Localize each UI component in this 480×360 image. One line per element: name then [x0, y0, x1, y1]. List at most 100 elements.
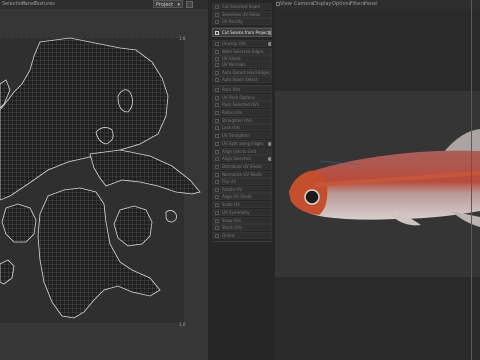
menu-panel[interactable]: Panel — [364, 1, 378, 7]
view-select-value: Project — [156, 2, 174, 8]
tool-button-distribute-uv-shells[interactable]: Distribute UV Shells — [212, 162, 272, 170]
tool-label: Weld Selected Edges — [222, 48, 264, 54]
tool-icon — [215, 12, 219, 17]
menu-view[interactable]: View — [280, 1, 292, 7]
tool-button-uv-straighten[interactable]: UV Straighten — [212, 132, 272, 140]
tool-label: Align Selected — [222, 156, 251, 162]
tool-button-normalize-uv-shells[interactable]: Normalize UV Shells — [212, 170, 272, 178]
tool-button-flip-uv[interactable]: Flip UV — [212, 178, 272, 185]
viewport-top-area — [275, 9, 480, 91]
viewport-bottom-area — [275, 277, 480, 360]
uv-settings-icon[interactable] — [186, 1, 193, 8]
viewport-render[interactable] — [275, 91, 480, 277]
menu-camera[interactable]: Camera — [294, 1, 314, 7]
tool-icon — [215, 141, 219, 146]
tool-button-align-uvs-to-grid[interactable]: Align UVs to Grid — [212, 147, 272, 155]
uv-shells-svg — [0, 37, 201, 319]
tool-button-auto-detect-hard-edges[interactable]: Auto Detect Hard Edges — [212, 68, 272, 76]
tool-button-lock-uvs[interactable]: Lock UVs — [212, 124, 272, 132]
tool-label: Lock UVs — [222, 125, 241, 131]
tool-label: Pack Selected UVs — [222, 102, 259, 108]
tool-icon — [215, 126, 219, 131]
tool-button-pack-selected-uvs[interactable]: Pack Selected UVs — [212, 101, 272, 109]
tool-icon — [215, 157, 219, 162]
tool-icon — [215, 78, 219, 83]
tool-icon — [215, 149, 219, 154]
menu-display[interactable]: Display — [313, 1, 331, 7]
tool-button-cut-seams-from-projection[interactable]: Cut Seams from Projection — [212, 28, 272, 37]
tool-icon — [215, 180, 219, 184]
tool-button-orient[interactable]: Orient — [212, 231, 272, 239]
uv-shell-left-small — [1, 203, 37, 243]
tool-button-uv-symmetry[interactable]: UV Symmetry — [212, 208, 272, 216]
tool-button-scale-uv[interactable]: Scale UV — [212, 201, 272, 209]
tool-button-weld-selected-edges[interactable]: Weld Selected Edges — [212, 47, 272, 55]
tool-icon — [215, 195, 219, 200]
tool-label: Align UV Shells — [222, 194, 253, 200]
tool-icon — [215, 203, 219, 208]
tool-icon — [215, 118, 219, 123]
tool-button-align-uv-shells[interactable]: Align UV Shells — [212, 193, 272, 201]
tool-button-seamless-uv-relax[interactable]: Seamless UV Relax — [212, 10, 272, 18]
tool-button-uv-pack-options[interactable]: UV Pack Options — [212, 93, 272, 101]
tool-icon — [215, 63, 219, 67]
fish-model — [289, 129, 480, 227]
viewport-panel-icon[interactable] — [276, 2, 280, 6]
uv-shell-left-edge — [0, 259, 15, 285]
tool-icon — [215, 187, 219, 192]
tool-button-straighten-uvs[interactable]: Straighten UVs — [212, 116, 272, 124]
tool-icon — [215, 42, 219, 46]
tool-icon — [215, 103, 219, 108]
tool-icon — [215, 88, 219, 92]
uv-shell-fin-bottom — [37, 187, 161, 319]
tool-label: Straighten UVs — [222, 117, 252, 123]
tool-icon — [215, 134, 219, 139]
tool-button-uv-normals[interactable]: UV Normals — [212, 61, 272, 68]
tool-button-snap-uvs[interactable]: Snap UVs — [212, 216, 272, 224]
tool-label: UV Straighten — [222, 133, 250, 139]
tool-button-stack-uvs[interactable]: Stack UVs — [212, 224, 272, 232]
fish-ventral-fin — [451, 211, 480, 227]
tool-icon — [215, 164, 219, 169]
tool-label: Cut Seams from Projection — [222, 30, 272, 35]
tool-label: Pack UVs — [222, 87, 241, 92]
tool-label: Orient — [222, 232, 235, 238]
fish-eye — [304, 189, 320, 205]
menu-options[interactable]: Options — [332, 1, 351, 7]
tool-button-rotate-uv[interactable]: Rotate UV — [212, 185, 272, 193]
gear-icon[interactable] — [268, 157, 271, 162]
tool-button-unwrap-uvs[interactable]: Unwrap UVs — [212, 40, 272, 47]
gear-icon[interactable] — [268, 42, 271, 46]
uv-shell-head — [89, 149, 201, 195]
tool-button-auto-seam-select[interactable]: Auto Seam Select — [212, 76, 272, 84]
viewport-divider — [471, 0, 472, 360]
tool-label: Cut Selected Seam — [222, 4, 261, 9]
tool-icon — [215, 111, 219, 115]
tool-label: Scale UV — [222, 202, 240, 208]
tool-button-align-selected[interactable]: Align Selected — [212, 155, 272, 163]
tool-label: UV Pack Options — [222, 94, 255, 100]
tool-icon — [215, 226, 219, 231]
tool-button-pack-uvs[interactable]: Pack UVs — [212, 86, 272, 93]
menu-filters[interactable]: Filters — [350, 1, 365, 7]
view-select-dropdown[interactable]: Project ▾ — [153, 0, 183, 8]
tool-icon — [215, 233, 219, 238]
menu-textures[interactable]: Textures — [34, 1, 55, 7]
tool-label: UV Normals — [222, 62, 246, 67]
tool-icon — [215, 20, 219, 25]
tool-button-relax-uvs[interactable]: Relax UVs — [212, 109, 272, 116]
gear-icon[interactable] — [268, 141, 271, 146]
chevron-down-icon: ▾ — [177, 2, 180, 8]
tool-label: Stack UVs — [222, 225, 243, 231]
tool-button-uv-rectify[interactable]: UV Rectify — [212, 18, 272, 26]
tool-icon — [215, 95, 219, 100]
tool-label: Relax UVs — [222, 110, 243, 115]
uv-shell-right-small — [113, 205, 153, 247]
gear-icon[interactable] — [268, 31, 271, 35]
tool-button-cut-selected-seam[interactable]: Cut Selected Seam — [212, 3, 272, 10]
tools-separator — [212, 240, 272, 242]
tool-button-uv-split-along-edges[interactable]: UV Split along Edges — [212, 139, 272, 147]
tool-label: Auto Detect Hard Edges — [222, 69, 271, 75]
tool-icon — [215, 49, 219, 54]
tool-label: Flip UV — [222, 179, 236, 184]
